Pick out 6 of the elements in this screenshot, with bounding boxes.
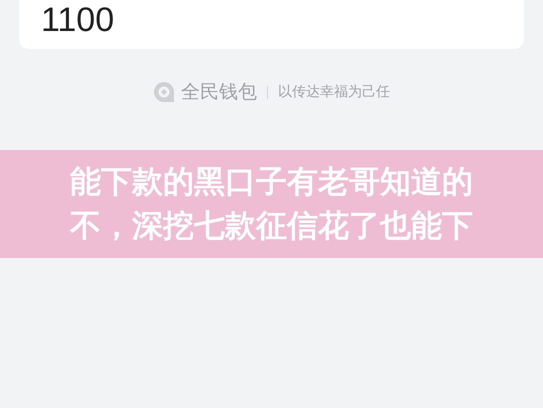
brand-name: 全民钱包 (181, 81, 257, 105)
brand-slogan: 以传达幸福为己任 (278, 83, 390, 101)
banner-title-line: 能下款的黑口子有老哥知道的 (70, 163, 473, 201)
banner-title-line: 不，深挖七款征信花了也能下 (70, 207, 473, 245)
wallet-logo-icon (153, 81, 175, 103)
amount-value: 1100 (41, 1, 114, 39)
